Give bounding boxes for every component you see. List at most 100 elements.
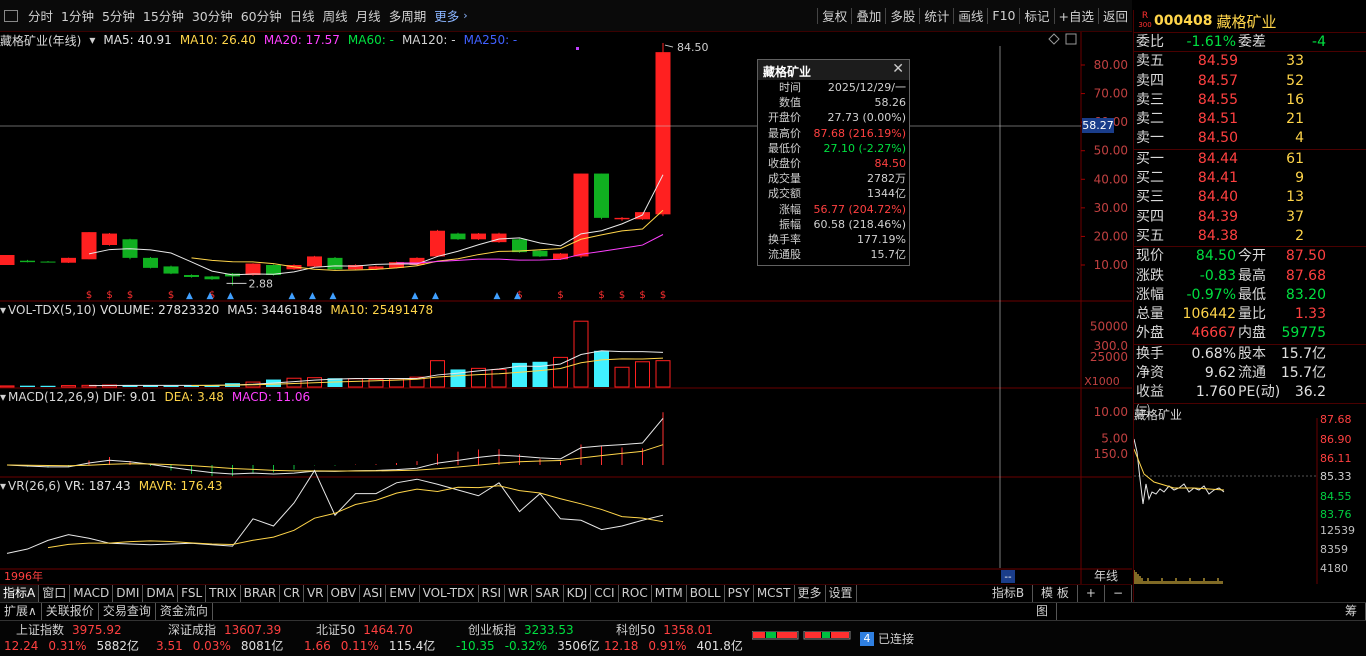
indicator-tab-8[interactable]: CR bbox=[280, 585, 304, 602]
indicator-tab-23[interactable]: MCST bbox=[754, 585, 795, 602]
candle[interactable] bbox=[163, 265, 179, 275]
candle[interactable] bbox=[471, 233, 486, 240]
sub-tab-2[interactable]: 交易查询 bbox=[99, 603, 156, 620]
index-3[interactable]: 创业板指 3233.53 bbox=[460, 622, 574, 638]
indicator-tab-2[interactable]: MACD bbox=[70, 585, 114, 602]
candle[interactable] bbox=[635, 212, 650, 220]
period-tab-6[interactable]: 日线 bbox=[286, 6, 319, 25]
candle[interactable] bbox=[450, 232, 466, 240]
toolbar-button-4[interactable]: 画线 bbox=[954, 6, 987, 25]
toolbar-button-2[interactable]: 多股 bbox=[886, 6, 919, 25]
candle[interactable] bbox=[491, 232, 507, 243]
indicator-tab-25[interactable]: 设置 bbox=[826, 585, 857, 602]
candle[interactable] bbox=[614, 217, 630, 221]
indicator-tab-20[interactable]: MTM bbox=[652, 585, 687, 602]
period-tab-4[interactable]: 30分钟 bbox=[188, 6, 237, 25]
indicator-tab-5[interactable]: FSL bbox=[178, 585, 207, 602]
index-2[interactable]: 北证50 1464.70 bbox=[308, 622, 413, 638]
index-0[interactable]: 上证指数 3975.92 bbox=[8, 622, 122, 638]
period-tab-0[interactable]: 分时 bbox=[24, 6, 57, 25]
indicator-tab-6[interactable]: TRIX bbox=[206, 585, 241, 602]
candle[interactable] bbox=[655, 43, 671, 217]
indicator-right-tab-2[interactable]: + bbox=[1078, 585, 1105, 602]
candle[interactable] bbox=[143, 257, 158, 269]
toolbar-button-6[interactable]: 标记 bbox=[1020, 6, 1053, 25]
indicator-right-tab-0[interactable]: 指标B bbox=[984, 585, 1034, 602]
candle[interactable] bbox=[102, 233, 117, 246]
period-tab-8[interactable]: 月线 bbox=[352, 6, 385, 25]
indicator-tab-14[interactable]: RSI bbox=[479, 585, 506, 602]
indicator-tab-0[interactable]: 指标A bbox=[0, 585, 40, 602]
indicator-tab-15[interactable]: WR bbox=[505, 585, 533, 602]
indicator-tab-11[interactable]: ASI bbox=[360, 585, 387, 602]
indicator-tab-10[interactable]: OBV bbox=[328, 585, 361, 602]
candle[interactable] bbox=[327, 257, 343, 270]
stat-value: 15.7亿 bbox=[1280, 365, 1326, 382]
candle[interactable] bbox=[594, 173, 609, 220]
toolbar-button-1[interactable]: 叠加 bbox=[852, 6, 885, 25]
close-icon[interactable]: ✕ bbox=[892, 61, 904, 77]
indicator-tab-19[interactable]: ROC bbox=[619, 585, 652, 602]
window-toggle-icon[interactable] bbox=[4, 9, 18, 22]
toolbar-button-7[interactable]: +自选 bbox=[1055, 6, 1098, 25]
indicator-right-tab-1[interactable]: 模 板 bbox=[1033, 585, 1078, 602]
toolbar-button-5[interactable]: F10 bbox=[988, 8, 1019, 23]
toolbar-button-8[interactable]: 返回 bbox=[1099, 6, 1132, 25]
toolbar-button-0[interactable]: 复权 bbox=[818, 6, 851, 25]
indicator-tab-22[interactable]: PSY bbox=[725, 585, 754, 602]
candle[interactable] bbox=[0, 255, 15, 265]
period-tab-2[interactable]: 5分钟 bbox=[98, 6, 139, 25]
sub-tab-0[interactable]: 扩展∧ bbox=[0, 603, 42, 620]
indicator-tab-1[interactable]: 窗口 bbox=[39, 585, 71, 602]
candle[interactable] bbox=[532, 250, 548, 257]
vr-toggle-icon[interactable]: ▾ bbox=[0, 479, 6, 493]
candle[interactable] bbox=[81, 232, 97, 260]
period-tab-5[interactable]: 60分钟 bbox=[237, 6, 286, 25]
macd-value-label: MACD: 11.06 bbox=[231, 390, 311, 404]
candle[interactable] bbox=[40, 261, 56, 263]
period-tab-3[interactable]: 15分钟 bbox=[139, 6, 188, 25]
candle[interactable] bbox=[307, 255, 322, 267]
period-tab-7[interactable]: 周线 bbox=[319, 6, 352, 25]
sub-right-tab-0[interactable]: 图 bbox=[1028, 603, 1057, 620]
sub-tab-3[interactable]: 资金流向 bbox=[156, 603, 213, 620]
sub-tab-1[interactable]: 关联报价 bbox=[42, 603, 99, 620]
candle[interactable] bbox=[61, 257, 76, 263]
indicator-tab-21[interactable]: BOLL bbox=[687, 585, 725, 602]
mini-intraday-chart[interactable]: 藏格矿业 87.68 86.90 86.11 85.33 84.55 83.76 12539… bbox=[1134, 402, 1366, 599]
candle[interactable] bbox=[430, 229, 445, 257]
connection-status[interactable]: 4 已连接 bbox=[860, 630, 914, 647]
diamond-icon[interactable] bbox=[1048, 33, 1060, 45]
period-tab-1[interactable]: 1分钟 bbox=[57, 6, 98, 25]
candle[interactable] bbox=[20, 259, 35, 263]
sub-right-tab-1[interactable]: 筹 bbox=[1337, 603, 1366, 620]
indicator-tab-9[interactable]: VR bbox=[304, 585, 328, 602]
ma60-label: MA60: - bbox=[347, 33, 394, 47]
sell-signal-icon: $ bbox=[598, 290, 604, 301]
indicator-tab-16[interactable]: SAR bbox=[532, 585, 564, 602]
indicator-tab-18[interactable]: CCI bbox=[591, 585, 619, 602]
candle[interactable] bbox=[204, 275, 220, 280]
indicator-right-tab-3[interactable]: − bbox=[1105, 585, 1132, 602]
ma-toggle-icon[interactable]: ▾ bbox=[89, 33, 95, 47]
chart-area[interactable]: 80.0070.0060.0050.0040.0030.0020.0010.00… bbox=[0, 32, 1132, 584]
indicator-tab-17[interactable]: KDJ bbox=[564, 585, 592, 602]
index-4[interactable]: 科创50 1358.01 bbox=[608, 622, 713, 638]
ma10-label: MA10: 26.40 bbox=[179, 33, 256, 47]
indicator-tab-13[interactable]: VOL-TDX bbox=[420, 585, 479, 602]
stat-value: 106442 bbox=[1182, 306, 1236, 323]
indicator-tab-7[interactable]: BRAR bbox=[241, 585, 281, 602]
indicator-tab-3[interactable]: DMI bbox=[113, 585, 144, 602]
toolbar-button-3[interactable]: 统计 bbox=[920, 6, 953, 25]
more-periods-button[interactable]: 更多 bbox=[430, 6, 463, 25]
macd-toggle-icon[interactable]: ▾ bbox=[0, 390, 6, 404]
candle[interactable] bbox=[573, 173, 589, 258]
candle[interactable] bbox=[184, 274, 199, 278]
vol-toggle-icon[interactable]: ▾ bbox=[0, 303, 6, 317]
index-1[interactable]: 深证成指 13607.39 bbox=[160, 622, 281, 638]
indicator-tab-12[interactable]: EMV bbox=[386, 585, 420, 602]
indicator-tab-24[interactable]: 更多 bbox=[795, 585, 826, 602]
expand-icon[interactable] bbox=[1065, 33, 1077, 45]
indicator-tab-4[interactable]: DMA bbox=[143, 585, 179, 602]
period-tab-9[interactable]: 多周期 bbox=[385, 6, 431, 25]
